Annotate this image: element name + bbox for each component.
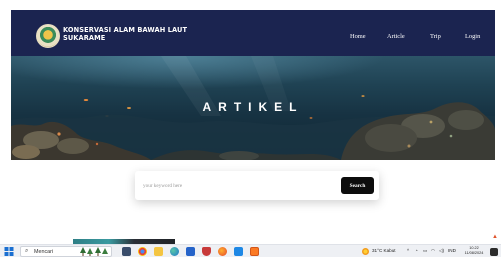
task-view-icon[interactable]	[122, 247, 131, 256]
xampp-icon[interactable]	[250, 247, 259, 256]
firefox-icon[interactable]	[218, 247, 227, 256]
vscode-icon[interactable]	[234, 247, 243, 256]
search-input[interactable]	[143, 179, 333, 192]
language-indicator[interactable]: IND	[448, 248, 456, 253]
notification-icon[interactable]	[490, 247, 498, 256]
brand-name[interactable]: KONSERVASI ALAM BAWAH LAUT SUKARAME	[63, 26, 213, 42]
brand-logo[interactable]	[36, 24, 60, 48]
search-icon: ⌕	[25, 248, 29, 254]
nav-login-link[interactable]: Login	[465, 33, 480, 40]
taskbar: ⌕ Mencari 31°C Kabut ^ ◔ ▭ ◠ ◁) IND 10.2…	[0, 244, 501, 257]
brand-line2: SUKARAME	[63, 34, 106, 42]
brand-line1: KONSERVASI ALAM BAWAH LAUT	[63, 26, 188, 34]
hero-title: ARTIKEL	[202, 100, 304, 114]
network-icon[interactable]: ◔	[415, 248, 418, 253]
windows-start-icon[interactable]	[4, 246, 14, 257]
shield-icon[interactable]	[202, 247, 211, 256]
file-explorer-icon[interactable]	[154, 247, 163, 256]
weather-text[interactable]: 31°C Kabut	[372, 248, 396, 253]
trees-icon[interactable]	[80, 246, 108, 257]
clock-date: 11/08/2024	[464, 251, 484, 255]
mail-icon[interactable]	[186, 247, 195, 256]
nav-home-link[interactable]: Home	[350, 33, 366, 40]
edge-icon[interactable]	[170, 247, 179, 256]
search-button[interactable]: Search	[341, 177, 374, 194]
navbar: KONSERVASI ALAM BAWAH LAUT SUKARAME Home…	[11, 10, 495, 56]
chevron-up-icon[interactable]: ^	[407, 248, 409, 253]
chrome-icon[interactable]	[138, 247, 147, 256]
nav-trip-link[interactable]: Trip	[430, 33, 441, 40]
search-box: Search	[135, 171, 379, 200]
hero-banner: ARTIKEL	[11, 56, 495, 160]
taskbar-search-text: Mencari	[34, 248, 54, 255]
clock[interactable]: 10.22 11/08/2024	[463, 246, 485, 256]
scroll-up-icon[interactable]: ▲	[492, 233, 498, 241]
wifi-icon[interactable]: ◠	[431, 248, 435, 254]
battery-icon[interactable]: ▭	[423, 248, 427, 254]
weather-icon[interactable]	[362, 248, 369, 255]
volume-icon[interactable]: ◁)	[439, 248, 444, 254]
nav-article-link[interactable]: Article	[387, 33, 405, 40]
